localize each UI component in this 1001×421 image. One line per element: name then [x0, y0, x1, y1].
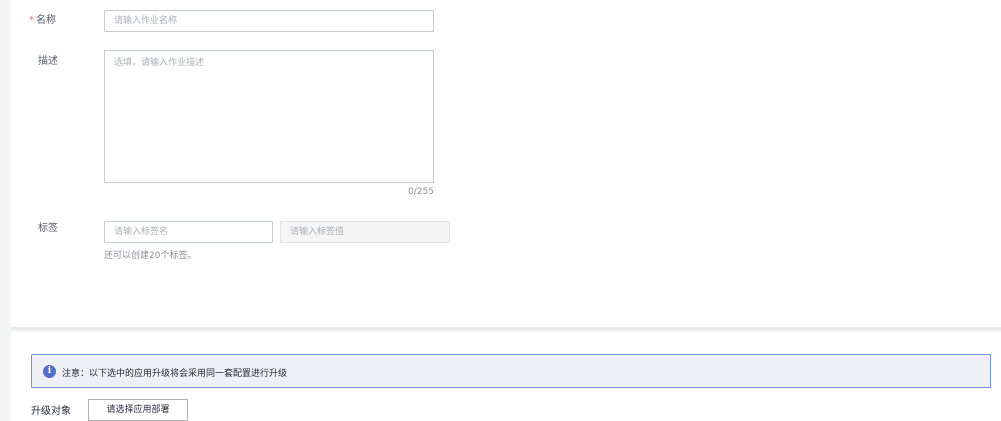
info-icon: i	[43, 365, 56, 378]
tags-label: 标签	[38, 223, 58, 234]
tags-hint: 还可以创建20个标签。	[104, 251, 197, 261]
description-label: 描述	[38, 56, 58, 67]
tag-value-input[interactable]: 请输入标签值	[280, 221, 450, 243]
tag-value-placeholder: 请输入标签值	[290, 227, 345, 237]
notice-text: 注意：以下选中的应用升级将会采用同一套配置进行升级	[62, 369, 288, 379]
notice-banner: i 注意：以下选中的应用升级将会采用同一套配置进行升级	[31, 354, 991, 388]
select-app-deployment-button[interactable]: 请选择应用部署	[88, 399, 188, 421]
description-placeholder: 选填，请输入作业描述	[114, 58, 205, 68]
tag-key-input[interactable]: 请输入标签名	[104, 221, 273, 243]
name-input[interactable]: 请输入作业名称	[104, 10, 434, 32]
upgrade-target-label: 升级对象	[31, 406, 71, 417]
required-mark: *	[29, 15, 34, 26]
description-textarea[interactable]: 选填，请输入作业描述	[104, 50, 434, 183]
name-input-placeholder: 请输入作业名称	[114, 16, 178, 26]
tag-key-placeholder: 请输入标签名	[114, 227, 169, 237]
description-char-counter: 0/255	[408, 187, 434, 197]
panel-divider	[11, 327, 1001, 330]
name-label: * 名称	[29, 14, 56, 28]
name-label-text: 名称	[36, 15, 56, 26]
